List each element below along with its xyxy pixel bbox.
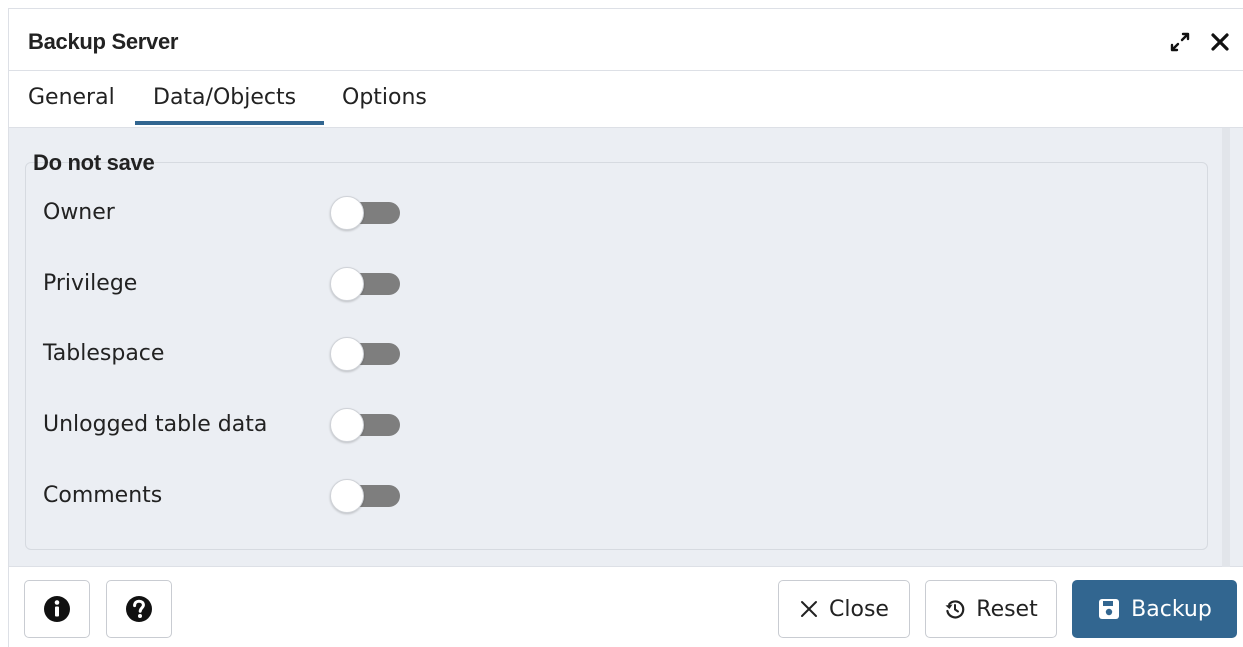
option-label-owner: Owner xyxy=(43,200,115,225)
option-label-unlogged-table-data: Unlogged table data xyxy=(43,412,268,437)
close-icon[interactable] xyxy=(1209,31,1231,53)
option-label-privilege: Privilege xyxy=(43,271,138,296)
tab-content: Do not save Owner Privilege Tablespace U… xyxy=(9,128,1243,567)
question-circle-icon xyxy=(126,596,152,622)
owner-toggle[interactable] xyxy=(330,196,400,230)
tablespace-toggle[interactable] xyxy=(330,337,400,371)
reset-button[interactable]: Reset xyxy=(925,580,1057,638)
close-button-label: Close xyxy=(829,596,889,622)
toggle-knob xyxy=(330,196,364,230)
scrollbar[interactable] xyxy=(1222,128,1230,567)
toggle-knob xyxy=(330,408,364,442)
save-disk-icon xyxy=(1099,599,1120,619)
help-button[interactable] xyxy=(106,580,172,638)
reset-history-icon xyxy=(945,600,965,619)
backup-server-dialog: Backup Server General Data/Objects Optio… xyxy=(8,8,1243,647)
dialog-header[interactable]: Backup Server xyxy=(9,9,1243,71)
active-tab-indicator xyxy=(135,121,324,125)
reset-button-label: Reset xyxy=(976,596,1038,622)
comments-toggle[interactable] xyxy=(330,479,400,513)
do-not-save-fieldset xyxy=(25,162,1208,550)
fieldset-legend: Do not save xyxy=(33,150,155,175)
tab-data-objects[interactable]: Data/Objects xyxy=(153,85,296,110)
toggle-knob xyxy=(330,337,364,371)
unlogged-table-data-toggle[interactable] xyxy=(330,408,400,442)
privilege-toggle[interactable] xyxy=(330,267,400,301)
close-button[interactable]: Close xyxy=(778,580,910,638)
option-label-comments: Comments xyxy=(43,483,163,508)
x-icon xyxy=(801,601,818,617)
option-label-tablespace: Tablespace xyxy=(43,341,165,366)
backup-button[interactable]: Backup xyxy=(1072,580,1237,638)
toggle-knob xyxy=(330,267,364,301)
tab-bar: General Data/Objects Options xyxy=(9,71,1243,128)
info-circle-icon xyxy=(44,596,70,622)
expand-icon[interactable] xyxy=(1169,31,1191,53)
dialog-title: Backup Server xyxy=(28,29,179,54)
backup-button-label: Backup xyxy=(1131,596,1212,622)
dialog-footer: Close Reset Backup xyxy=(9,567,1243,647)
toggle-knob xyxy=(330,479,364,513)
info-button[interactable] xyxy=(24,580,90,638)
tab-options[interactable]: Options xyxy=(342,85,427,110)
tab-general[interactable]: General xyxy=(28,85,115,110)
